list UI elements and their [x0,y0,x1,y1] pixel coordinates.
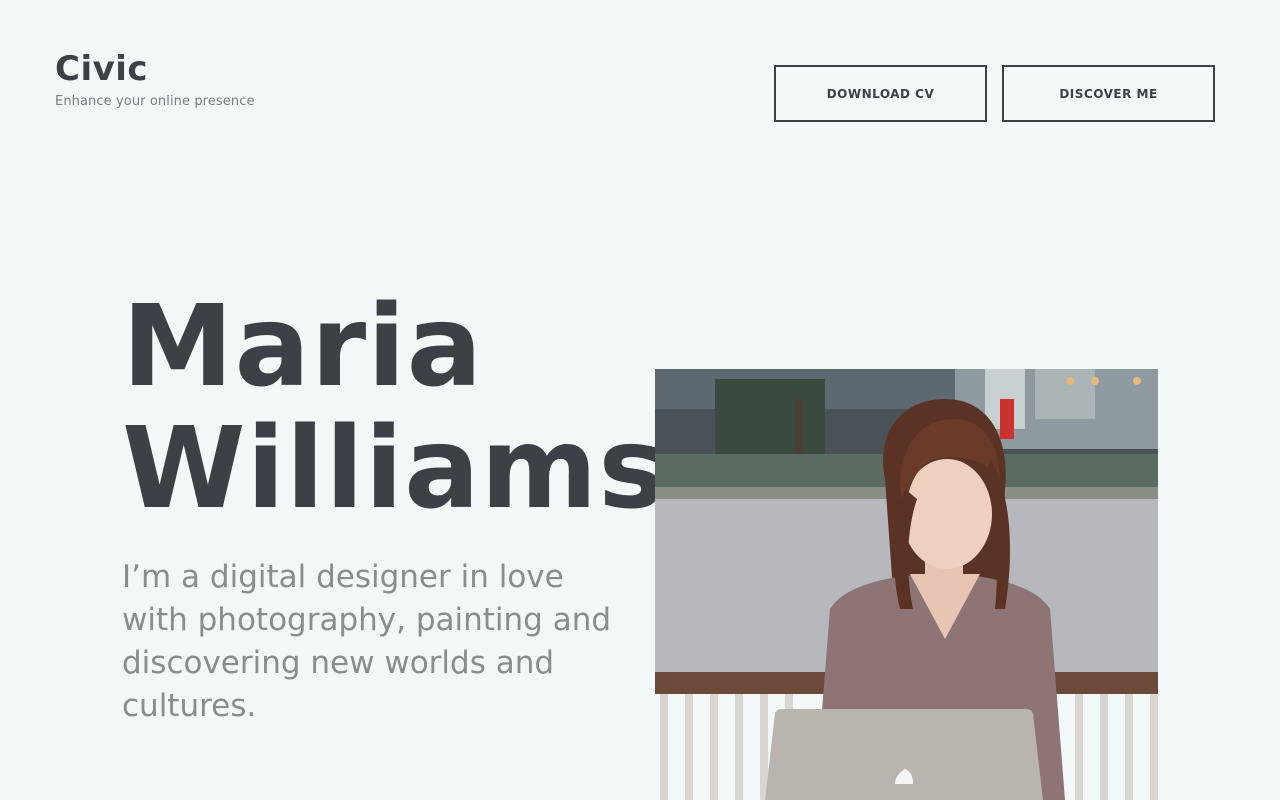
hero-first-name: Maria [122,282,484,412]
discover-me-button[interactable]: DISCOVER ME [1002,65,1215,122]
hero-last-name: Williams [122,404,667,534]
hero-bio: I’m a digital designer in love with phot… [122,559,612,724]
brand-title[interactable]: Civic [55,48,255,90]
profile-photo-illustration [655,369,1158,800]
profile-photo [655,369,1158,800]
download-cv-button[interactable]: DOWNLOAD CV [774,65,987,122]
brand[interactable]: Civic Enhance your online presence [55,48,255,109]
hero-name: Maria Williams [122,286,666,530]
brand-tagline: Enhance your online presence [55,94,255,109]
page: Civic Enhance your online presence DOWNL… [0,0,1280,800]
